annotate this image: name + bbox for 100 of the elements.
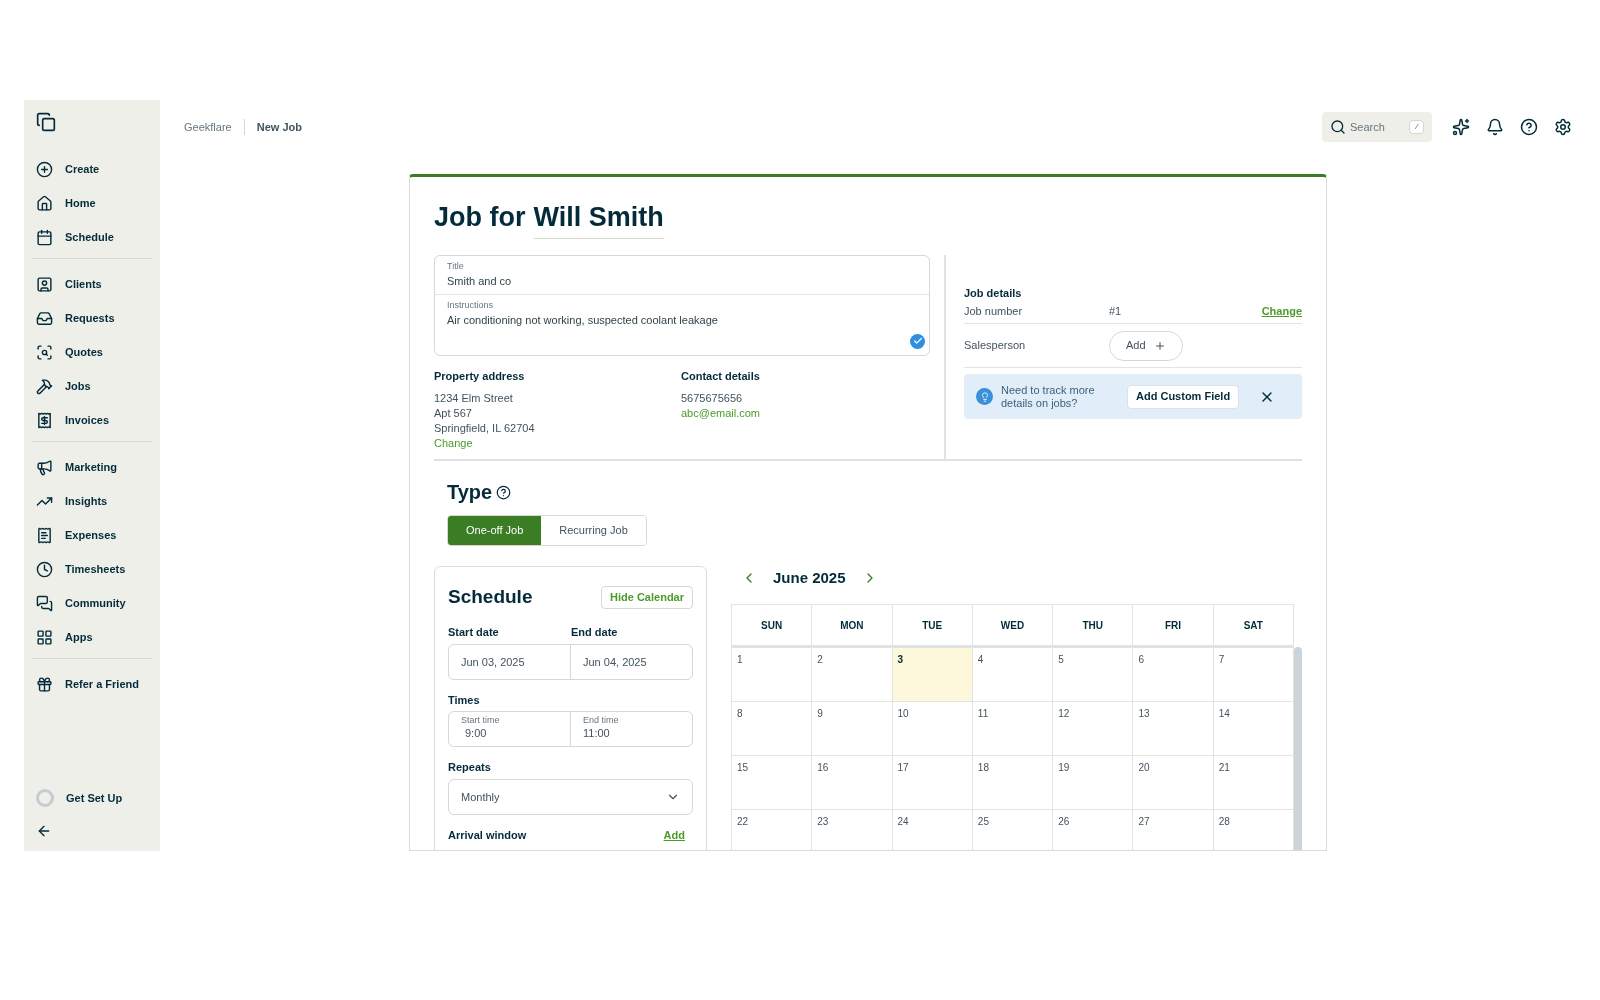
inbox-icon: [36, 309, 53, 327]
grid-icon: [36, 628, 53, 646]
sidebar-item[interactable]: Create: [32, 152, 152, 186]
collapse-arrow-icon[interactable]: [36, 823, 52, 839]
field-label: Repeats: [448, 759, 492, 775]
weekday-header: TUE: [892, 605, 973, 645]
sidebar-item[interactable]: Marketing: [32, 450, 152, 484]
weekday-header: FRI: [1133, 605, 1214, 645]
search-icon: [1330, 119, 1346, 135]
sidebar-item[interactable]: Get Set Up: [32, 781, 152, 815]
check-badge-icon: [910, 333, 925, 349]
section-title: Type: [447, 480, 493, 505]
calendar-day[interactable]: 12: [1053, 702, 1134, 756]
client-name[interactable]: Will Smith: [533, 197, 664, 239]
detail-label: Job number: [964, 303, 1024, 319]
breadcrumb-current: New Job: [243, 118, 314, 136]
calendar-day[interactable]: 15: [732, 756, 813, 810]
job-number: #1: [1109, 303, 1123, 319]
sidebar-item[interactable]: Refer a Friend: [32, 667, 152, 701]
calendar-day[interactable]: 24: [892, 810, 973, 850]
sidebar-item[interactable]: Timesheets: [32, 552, 152, 586]
calendar-day[interactable]: 28: [1213, 810, 1294, 850]
calendar-day[interactable]: 17: [892, 756, 973, 810]
sidebar-item[interactable]: Insights: [32, 484, 152, 518]
breadcrumb-link[interactable]: Geekflare: [172, 118, 244, 136]
chat-icon: [36, 594, 53, 612]
weekday-header: SUN: [732, 605, 813, 645]
add-custom-field-button[interactable]: Add Custom Field: [1127, 384, 1240, 409]
lightbulb-icon: [976, 388, 993, 405]
help-icon[interactable]: [1520, 118, 1538, 136]
sidebar-item[interactable]: Invoices: [32, 403, 152, 437]
sidebar-item[interactable]: Expenses: [32, 518, 152, 552]
calendar-icon: [36, 228, 53, 246]
add-arrival-link[interactable]: Add: [663, 827, 685, 844]
address-line: 1234 Elm Street: [434, 391, 514, 406]
month-title: June 2025: [773, 567, 846, 588]
address-line: Apt 567: [434, 406, 473, 421]
calendar-day[interactable]: 11: [972, 702, 1054, 756]
change-link[interactable]: Change: [1261, 302, 1302, 320]
email-link[interactable]: abc@email.com: [681, 406, 761, 421]
calendar-day[interactable]: 23: [812, 810, 893, 850]
magnifier-icon: [36, 343, 53, 361]
help-icon[interactable]: [496, 484, 512, 500]
sidebar-item[interactable]: Home: [32, 186, 152, 220]
sidebar-item[interactable]: Clients: [32, 267, 152, 301]
calendar-day[interactable]: 26: [1053, 810, 1134, 850]
sparkles-icon[interactable]: [1452, 118, 1470, 136]
sidebar-item[interactable]: Requests: [32, 301, 152, 335]
calendar-day[interactable]: 7: [1213, 648, 1294, 702]
schedule-heading: Schedule: [448, 585, 533, 609]
calendar-day[interactable]: 20: [1133, 756, 1214, 810]
notification-icon[interactable]: [1486, 118, 1504, 136]
weekday-header: MON: [812, 605, 893, 645]
weekday-header: THU: [1053, 605, 1134, 645]
calendar-day[interactable]: 10: [892, 702, 973, 756]
job-type-tab[interactable]: One-off Job: [448, 516, 542, 545]
sidebar-item[interactable]: Schedule: [32, 220, 152, 254]
field-label: Start date: [448, 624, 500, 640]
settings-icon[interactable]: [1554, 118, 1572, 136]
calendar-day[interactable]: 21: [1213, 756, 1294, 810]
receipt-icon: [36, 411, 53, 429]
logo-icon: [36, 112, 56, 132]
calendar-day[interactable]: 4: [972, 648, 1054, 702]
calendar-day[interactable]: 8: [732, 702, 813, 756]
change-address-link[interactable]: Change: [434, 436, 681, 451]
sidebar-item[interactable]: Community: [32, 586, 152, 620]
calendar-day[interactable]: 6: [1133, 648, 1214, 702]
sidebar-item[interactable]: Quotes: [32, 335, 152, 369]
calendar-day[interactable]: 14: [1213, 702, 1294, 756]
calendar-day[interactable]: 9: [812, 702, 893, 756]
plus-icon: [1153, 339, 1166, 352]
repeats-dropdown[interactable]: Monthly: [448, 779, 693, 815]
phone-number: 5675675656: [681, 391, 744, 406]
section-heading: Job details: [964, 285, 1023, 301]
hide-calendar-button[interactable]: Hide Calendar: [601, 585, 693, 609]
hammer-icon: [36, 377, 53, 395]
calendar-day[interactable]: 5: [1053, 648, 1134, 702]
page-heading: Job for: [434, 201, 526, 234]
calendar-day[interactable]: 27: [1133, 810, 1214, 850]
calendar-day[interactable]: 22: [732, 810, 813, 850]
calendar-day[interactable]: 1: [732, 648, 813, 702]
calendar-day[interactable]: 13: [1133, 702, 1214, 756]
calendar-day[interactable]: 19: [1053, 756, 1134, 810]
house-icon: [36, 194, 53, 212]
address-line: Springfield, IL 62704: [434, 421, 536, 436]
sidebar-item[interactable]: Apps: [32, 620, 152, 654]
sidebar-item[interactable]: Jobs: [32, 369, 152, 403]
calendar-day[interactable]: 25: [972, 810, 1054, 850]
calendar-day[interactable]: 3: [892, 648, 973, 702]
shortcut-key: /: [1409, 120, 1424, 134]
calendar-day[interactable]: 16: [812, 756, 893, 810]
weekday-header: WED: [972, 605, 1054, 645]
weekday-header: SAT: [1213, 605, 1294, 645]
progress-ring-icon: [36, 789, 54, 807]
title-instructions-field[interactable]: Title Smith and co Instructions Air conditioning not working, suspected coolant leakage: [434, 254, 930, 356]
section-heading: Property address: [434, 368, 526, 384]
calendar-day[interactable]: 2: [812, 648, 893, 702]
scrollbar[interactable]: [1294, 647, 1302, 850]
field-value: Air conditioning not working, suspected coolant leakage: [447, 313, 719, 328]
calendar-day[interactable]: 18: [972, 756, 1054, 810]
